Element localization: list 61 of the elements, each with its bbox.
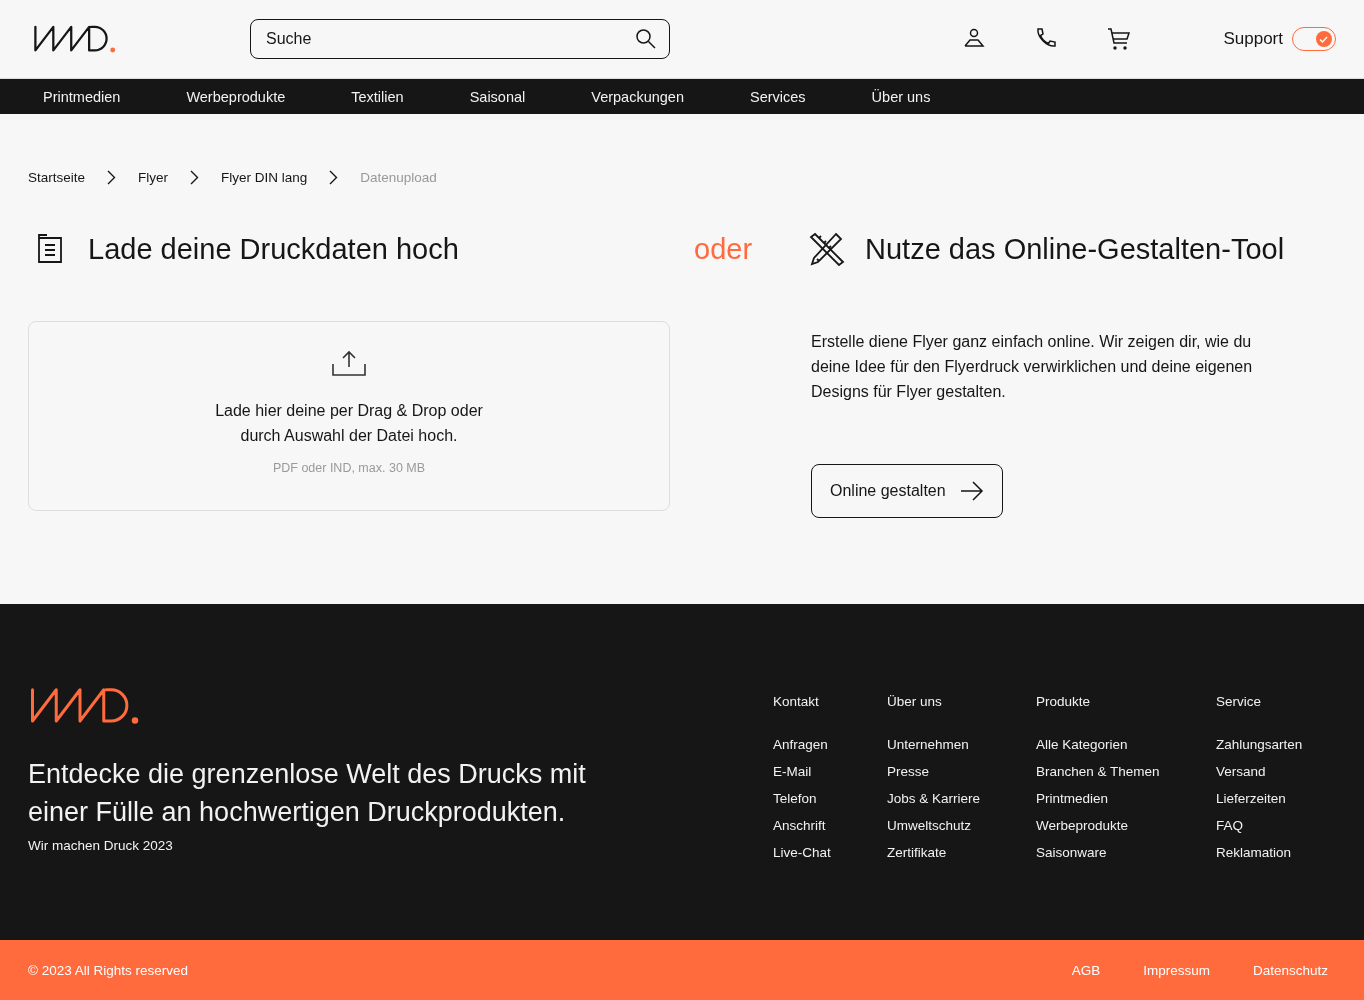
nav-link[interactable]: Saisonal [469, 88, 526, 105]
breadcrumb-link[interactable]: Flyer DIN lang [221, 170, 308, 185]
nav-link[interactable]: Services [750, 88, 806, 105]
footer-note: Wir machen Druck 2023 [28, 837, 174, 853]
chevron-right-icon [329, 170, 339, 185]
footer-link[interactable]: Unternehmen [887, 736, 1036, 753]
footer-link[interactable]: Anfragen [773, 736, 887, 753]
nav-link[interactable]: Verpackungen [591, 88, 684, 105]
nav-link[interactable]: Printmedien [43, 88, 121, 105]
footer-column-heading: Kontakt [773, 693, 820, 710]
footer-column-heading: Service [1216, 693, 1262, 710]
search-input[interactable]: Suche [264, 29, 635, 49]
upload-heading: Lade deine Druckdaten hoch [88, 232, 459, 266]
footer-link[interactable]: Printmedien [1036, 790, 1216, 807]
arrow-right-icon [959, 481, 984, 501]
footer-link[interactable]: Live-Chat [773, 844, 887, 861]
search-field[interactable]: Suche [250, 19, 670, 59]
footer-link[interactable]: Lieferzeiten [1216, 790, 1336, 807]
upload-instructions: Lade hier deine per Drag & Drop oder durch Auswahl der Datei hoch. [214, 401, 484, 446]
footer-link[interactable]: Jobs & Karriere [887, 790, 1036, 807]
chevron-right-icon [107, 170, 117, 185]
nav-link[interactable]: Über uns [871, 88, 931, 105]
logo-icon[interactable] [32, 24, 118, 54]
footer-link[interactable]: Alle Kategorien [1036, 736, 1216, 753]
online-design-button[interactable]: Online gestalten [811, 464, 1003, 518]
copyright-text: © 2023 All Rights reserved [28, 962, 189, 978]
footer-link[interactable]: E-Mail [773, 763, 887, 780]
footer-link[interactable]: Umweltschutz [887, 817, 1036, 834]
user-icon[interactable] [962, 27, 985, 49]
breadcrumb-link[interactable]: Flyer [138, 170, 169, 185]
breadcrumb-link[interactable]: Startseite [28, 170, 86, 185]
footer-tagline: Entdecke die grenzenlose Welt des Drucks mit einer Fülle an hochwertigen Druckprodukten. [28, 757, 587, 829]
checkmark-icon [1319, 35, 1329, 43]
nav-link[interactable]: Werbeprodukte [186, 88, 286, 105]
designer-heading: Nutze das Online-Gestalten-Tool [865, 232, 1285, 266]
footer-link[interactable]: Anschrift [773, 817, 887, 834]
or-separator: oder [694, 231, 753, 267]
pencil-ruler-icon [809, 232, 845, 266]
footer-link[interactable]: Werbeprodukte [1036, 817, 1216, 834]
upload-icon [332, 350, 366, 376]
document-icon [36, 234, 64, 264]
nav-link[interactable]: Textilien [351, 88, 404, 105]
file-format-hint: PDF oder IND, max. 30 MB [272, 461, 426, 475]
shopping-cart-icon[interactable] [1106, 27, 1131, 51]
footer-link[interactable]: Zahlungsarten [1216, 736, 1336, 753]
footer-link[interactable]: FAQ [1216, 817, 1336, 834]
footer-link[interactable]: Reklamation [1216, 844, 1336, 861]
support-label: Support [1223, 29, 1283, 49]
footer-link[interactable]: Telefon [773, 790, 887, 807]
phone-icon[interactable] [1034, 27, 1057, 49]
footer-link[interactable]: Branchen & Themen [1036, 763, 1216, 780]
chevron-right-icon [190, 170, 200, 185]
designer-description: Erstelle diene Flyer ganz einfach online. Wir zeigen dir, wie du deine Idee für den Flyerdruck verwirklichen und deine eigenen Designs für Flyer gestalten. [811, 332, 1254, 402]
footer-link[interactable]: Presse [887, 763, 1036, 780]
footer-column-heading: Produkte [1036, 693, 1092, 710]
search-icon[interactable] [635, 28, 657, 50]
upload-dropzone[interactable]: Lade hier deine per Drag & Drop oder durch Auswahl der Datei hoch. PDF oder IND, max. 30 MB [28, 321, 670, 511]
footer-column-heading: Über uns [887, 693, 943, 710]
footer-link[interactable]: Zertifikate [887, 844, 1036, 861]
footer-link[interactable]: Versand [1216, 763, 1336, 780]
footer-link[interactable]: Saisonware [1036, 844, 1216, 861]
